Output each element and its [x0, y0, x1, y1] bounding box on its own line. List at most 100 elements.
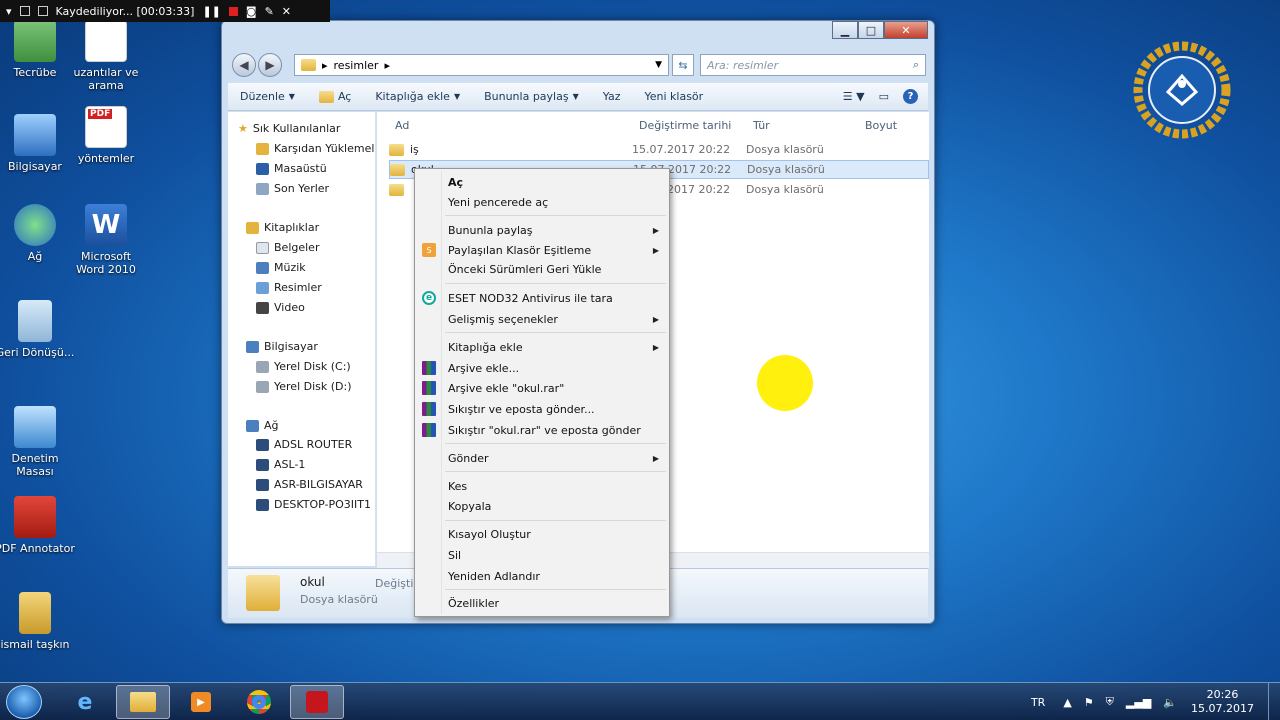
menu-item-shared-folder-sync[interactable]: Paylaşılan Klasör Eşitleme [448, 244, 591, 257]
file-row[interactable]: iş 15.07.2017 20:22 Dosya klasörü [389, 140, 929, 159]
menu-chevron-icon[interactable]: ▾ [6, 5, 12, 18]
details-name: okul [300, 575, 325, 589]
column-header-name[interactable]: Ad [395, 114, 409, 136]
security-icon[interactable]: ⛨ [1100, 695, 1120, 709]
menu-item-advanced[interactable]: Gelişmiş seçenekler [448, 313, 558, 326]
menu-item-restore-previous[interactable]: Önceki Sürümleri Geri Yükle [448, 263, 601, 276]
camera-icon[interactable]: ◙ [246, 5, 257, 18]
nav-computer[interactable]: Bilgisayar [246, 340, 318, 353]
nav-favorites[interactable]: ★ Sık Kullanılanlar [238, 122, 340, 135]
menu-item-add-to-okul-rar[interactable]: Arşive ekle "okul.rar" [448, 382, 564, 395]
nav-network-computer[interactable]: ASL-1 [256, 458, 305, 471]
refresh-button[interactable]: ⇆ [672, 54, 694, 76]
nav-video[interactable]: Video [256, 301, 305, 314]
menu-item-copy[interactable]: Kopyala [448, 500, 491, 513]
network-icon [246, 419, 259, 432]
desktop-icon-ismail[interactable]: ismail taşkın [0, 592, 75, 651]
desktop-icon-pdf-annotator[interactable]: PDF Annotator [0, 496, 75, 555]
address-bar[interactable]: ▸ resimler ▸ ▼ [294, 54, 669, 76]
computer-icon [14, 114, 56, 156]
menu-separator [445, 471, 666, 472]
volume-icon[interactable]: 🔈 [1157, 696, 1183, 709]
address-dropdown-icon[interactable]: ▼ [655, 60, 662, 70]
tray-expand-icon[interactable]: ▲ [1057, 696, 1077, 709]
taskbar-media-player[interactable]: ▶ [174, 685, 228, 719]
menu-item-open[interactable]: Aç [448, 176, 463, 189]
organize-button[interactable]: Düzenle ▼ [228, 90, 307, 103]
nav-recent[interactable]: Son Yerler [256, 182, 329, 195]
back-button[interactable]: ◀ [232, 53, 256, 77]
desktop-icon-tecrube[interactable]: Tecrübe [0, 20, 75, 79]
nav-pictures[interactable]: Resimler [256, 281, 322, 294]
nav-documents[interactable]: Belgeler [256, 241, 319, 254]
forward-button[interactable]: ▶ [258, 53, 282, 77]
search-input[interactable]: Ara: resimler ⌕ [700, 54, 926, 76]
desktop-icon-word[interactable]: W Microsoft Word 2010 [66, 204, 146, 276]
menu-item-add-to-archive[interactable]: Arşive ekle... [448, 362, 519, 375]
desktop-icon-yontemler[interactable]: PDF yöntemler [66, 106, 146, 165]
region-mode-icon[interactable] [37, 6, 48, 16]
menu-item-share-with[interactable]: Bununla paylaş [448, 224, 533, 237]
menu-item-open-new-window[interactable]: Yeni pencerede aç [448, 196, 548, 209]
new-folder-button[interactable]: Yeni klasör [632, 90, 715, 103]
window-mode-icon[interactable] [19, 6, 30, 16]
burn-button[interactable]: Yaz [591, 90, 633, 103]
network-signal-icon[interactable]: ▂▄▆ [1120, 696, 1157, 709]
nav-music[interactable]: Müzik [256, 261, 306, 274]
pen-icon[interactable]: ✎ [265, 5, 274, 18]
desktop-icon-control-panel[interactable]: Denetim Masası [0, 406, 75, 478]
menu-item-cut[interactable]: Kes [448, 480, 467, 493]
taskbar-explorer[interactable] [116, 685, 170, 719]
menu-item-rename[interactable]: Yeniden Adlandır [448, 570, 540, 583]
nav-network-computer[interactable]: ASR-BILGISAYAR [256, 478, 363, 491]
close-button[interactable]: ✕ [884, 21, 928, 39]
pause-icon[interactable]: ❚❚ [202, 5, 220, 18]
menu-item-properties[interactable]: Özellikler [448, 597, 499, 610]
menu-item-send-to[interactable]: Gönder [448, 452, 489, 465]
menu-item-eset-scan[interactable]: ESET NOD32 Antivirus ile tara [448, 292, 613, 305]
desktop-icon-ag[interactable]: Ağ [0, 204, 75, 263]
stop-icon[interactable] [228, 6, 238, 16]
nav-desktop[interactable]: Masaüstü [256, 162, 327, 175]
taskbar-ie[interactable]: e [58, 685, 112, 719]
column-header-date[interactable]: Değiştirme tarihi [639, 114, 731, 136]
menu-item-compress-email[interactable]: Sıkıştır ve eposta gönder... [448, 403, 595, 416]
add-to-library-button[interactable]: Kitaplığa ekle ▼ [363, 90, 472, 103]
nav-disk-c[interactable]: Yerel Disk (C:) [256, 360, 351, 373]
nav-network-computer[interactable]: DESKTOP-PO3IIT1 [256, 498, 371, 511]
search-icon[interactable]: ⌕ [913, 58, 919, 72]
nav-network[interactable]: Ağ [246, 419, 279, 432]
action-center-icon[interactable]: ⚑ [1078, 696, 1100, 709]
column-header-size[interactable]: Boyut [865, 114, 897, 136]
language-indicator[interactable]: TR [1019, 696, 1057, 709]
chevron-down-icon: ▼ [453, 92, 461, 101]
view-options-icon[interactable]: ☰ ▼ [843, 90, 865, 103]
breadcrumb-current[interactable]: resimler [334, 59, 379, 72]
start-button[interactable] [6, 685, 42, 719]
open-button[interactable]: Aç [307, 90, 363, 103]
downloads-icon [256, 142, 269, 155]
column-header-type[interactable]: Tür [753, 114, 770, 136]
nav-downloads[interactable]: Karşıdan Yüklemeler [256, 142, 375, 155]
close-icon[interactable]: ✕ [282, 5, 291, 18]
help-icon[interactable]: ? [903, 89, 918, 104]
nav-libraries[interactable]: Kitaplıklar [246, 221, 319, 234]
show-desktop-button[interactable] [1268, 683, 1280, 720]
preview-pane-icon[interactable]: ▭ [879, 90, 889, 103]
maximize-button[interactable]: □ [858, 21, 884, 39]
nav-disk-d[interactable]: Yerel Disk (D:) [256, 380, 352, 393]
taskbar-chrome[interactable] [232, 685, 286, 719]
nav-network-computer[interactable]: ADSL ROUTER [256, 438, 352, 451]
menu-item-compress-okul-email[interactable]: Sıkıştır "okul.rar" ve eposta gönder [448, 424, 641, 437]
desktop-icon-bilgisayar[interactable]: Bilgisayar [0, 114, 75, 173]
details-date-label: Değişti [375, 577, 414, 590]
menu-item-add-to-library[interactable]: Kitaplığa ekle [448, 341, 523, 354]
minimize-button[interactable]: ▁ [832, 21, 858, 39]
menu-item-delete[interactable]: Sil [448, 549, 461, 562]
desktop-icon-uzantilar[interactable]: uzantılar ve arama [66, 20, 146, 92]
share-with-button[interactable]: Bununla paylaş ▼ [472, 90, 591, 103]
taskbar-pdf[interactable] [290, 685, 344, 719]
desktop-icon-recycle-bin[interactable]: Geri Dönüşü... [0, 300, 75, 359]
clock[interactable]: 20:26 15.07.2017 [1183, 688, 1268, 716]
menu-item-create-shortcut[interactable]: Kısayol Oluştur [448, 528, 531, 541]
